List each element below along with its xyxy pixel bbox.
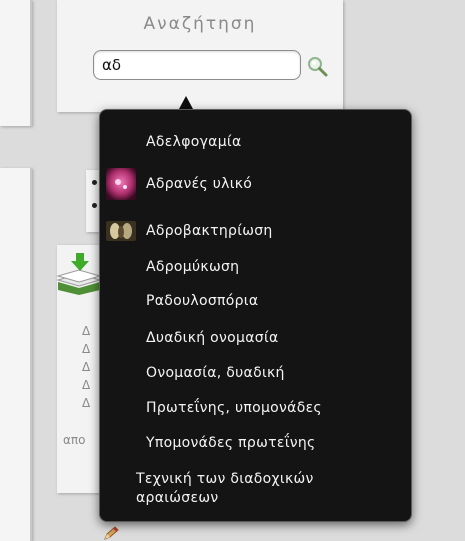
- side-truncated-word: απο: [63, 433, 86, 447]
- autocomplete-dropdown: Αδελφογαμία Αδρανές υλικό Αδροβακτηρίωση: [99, 109, 412, 522]
- pink-abstract-thumbnail-icon: [106, 168, 136, 200]
- suggestion-item[interactable]: Αδρομύκωση: [100, 259, 411, 283]
- bullet-dot: [92, 180, 97, 185]
- side-letter-list: Δ Δ Δ Δ Δ: [82, 322, 90, 412]
- side-letter: Δ: [82, 360, 91, 374]
- left-column-panel-bottom: [0, 168, 32, 541]
- suggestion-label: Τεχνική των διαδοχικών αραιώσεων: [136, 471, 314, 506]
- suggestion-label: Δυαδική ονομασία: [146, 330, 279, 346]
- bullet-dot: [92, 203, 97, 208]
- side-letter: Δ: [82, 342, 91, 356]
- suggestion-item[interactable]: Πρωτεΐνης, υπομονάδες: [100, 400, 411, 424]
- suggestion-label: Πρωτεΐνης, υπομονάδες: [146, 400, 322, 416]
- suggestion-item[interactable]: Υπομονάδες πρωτεΐνης: [100, 435, 411, 459]
- suggestion-item[interactable]: Αδρανές υλικό: [100, 168, 411, 204]
- suggestion-item[interactable]: Ονομασία, δυαδική: [100, 365, 411, 389]
- side-letter: Δ: [82, 378, 91, 392]
- search-input[interactable]: [93, 50, 301, 80]
- pencil-icon: [104, 526, 119, 540]
- suggestion-label: Ονομασία, δυαδική: [146, 365, 285, 381]
- download-book-icon: [56, 253, 102, 295]
- suggestion-item[interactable]: Ραδουλοσπόρια: [100, 293, 411, 317]
- suggestion-label: Ραδουλοσπόρια: [146, 293, 259, 309]
- suggestion-item[interactable]: Δυαδική ονομασία: [100, 330, 411, 354]
- suggestion-label: Αδροβακτηρίωση: [146, 223, 273, 239]
- suggestion-item[interactable]: Αδελφογαμία: [100, 134, 411, 158]
- suggestion-item[interactable]: Αδροβακτηρίωση: [100, 221, 411, 245]
- dropdown-pointer: [179, 96, 193, 109]
- leaf-photo-thumbnail-icon: [106, 221, 136, 241]
- suggestion-label: Αδελφογαμία: [146, 134, 242, 150]
- side-letter: Δ: [82, 396, 91, 410]
- side-letter: Δ: [82, 324, 91, 338]
- search-icon[interactable]: [306, 55, 330, 79]
- left-column-panel-top: [0, 0, 32, 126]
- search-title: Αναζήτηση: [143, 14, 257, 34]
- suggestion-item[interactable]: Τεχνική των διαδοχικών αραιώσεων: [100, 470, 411, 514]
- suggestion-label: Υπομονάδες πρωτεΐνης: [146, 435, 316, 451]
- suggestion-label: Αδρομύκωση: [146, 259, 240, 275]
- suggestion-label: Αδρανές υλικό: [146, 176, 253, 192]
